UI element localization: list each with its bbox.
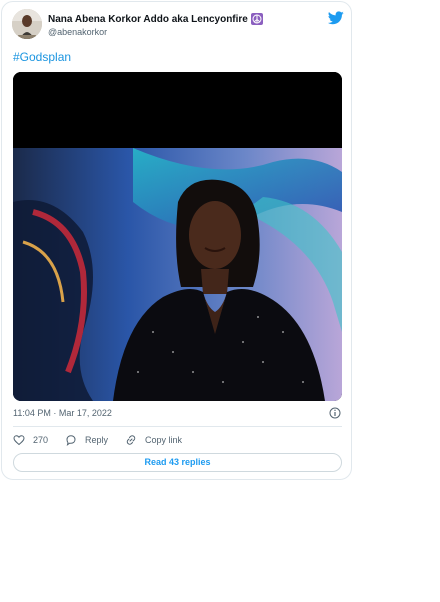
copy-link-label: Copy link (145, 435, 183, 445)
avatar-image (12, 9, 42, 39)
twitter-bird-icon[interactable] (327, 11, 344, 25)
tweet-photo[interactable] (13, 72, 342, 401)
heart-icon (13, 435, 25, 446)
read-replies-button[interactable]: Read 43 replies (13, 453, 342, 472)
link-icon (126, 435, 136, 445)
peace-symbol-icon (250, 13, 263, 25)
like-button[interactable]: 270 (13, 434, 48, 446)
reply-button[interactable]: Reply (65, 434, 108, 446)
reply-icon (66, 435, 76, 446)
tweet-card: Nana Abena Korkor Addo aka Lencyonfire @… (1, 1, 352, 480)
author-name[interactable]: Nana Abena Korkor Addo aka Lencyonfire (48, 13, 263, 25)
photo-image (13, 72, 342, 401)
like-count: 270 (33, 435, 49, 445)
copy-link-button[interactable]: Copy link (125, 434, 182, 446)
author-handle[interactable]: @abenakorkor (48, 27, 107, 37)
reply-label: Reply (85, 435, 109, 445)
timestamp[interactable]: 11:04 PM · Mar 17, 2022 (13, 408, 112, 418)
author-name-text[interactable]: Nana Abena Korkor Addo aka Lencyonfire (48, 14, 248, 25)
hashtag-link[interactable]: #Godsplan (13, 50, 71, 64)
avatar[interactable] (12, 9, 42, 39)
info-icon[interactable] (329, 406, 341, 419)
divider (13, 426, 342, 427)
tweet-actions: 270 Reply Copy link (13, 432, 182, 448)
